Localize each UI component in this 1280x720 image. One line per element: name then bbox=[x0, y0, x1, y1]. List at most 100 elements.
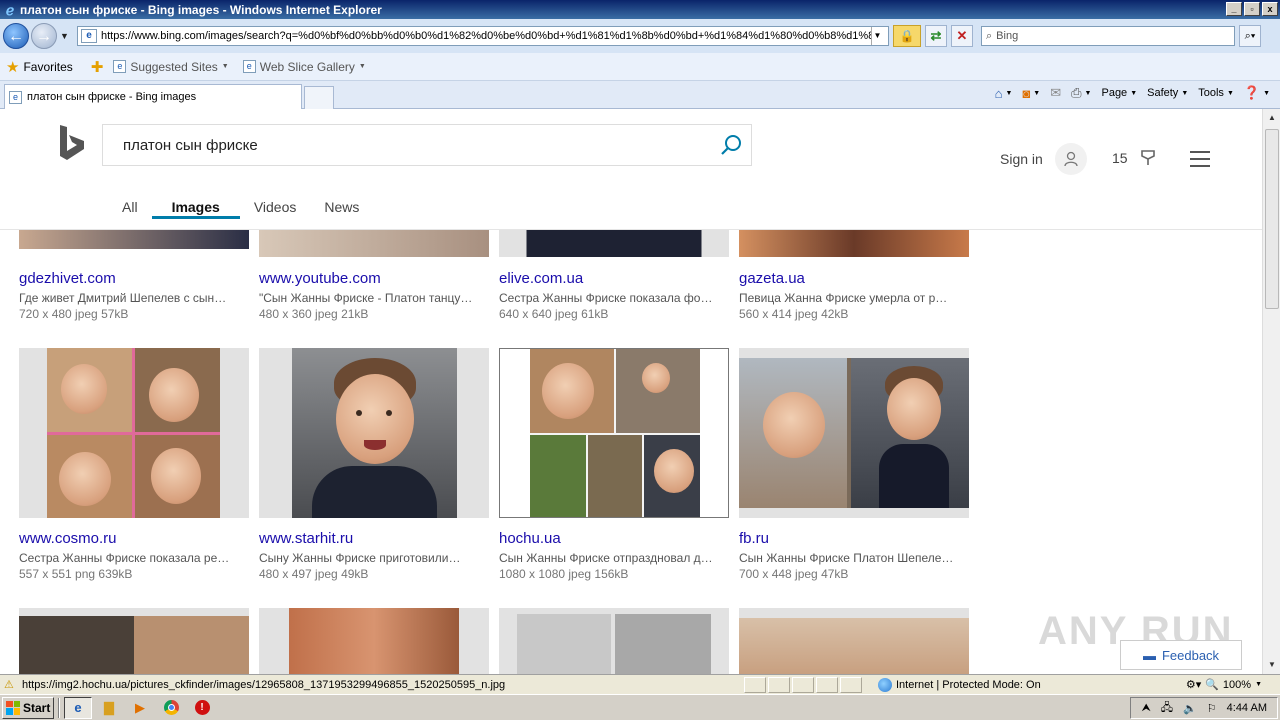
taskbar-media-player-icon[interactable]: ▶ bbox=[126, 697, 154, 719]
vertical-scrollbar[interactable]: ▲ ▼ bbox=[1262, 109, 1280, 674]
taskbar-security-icon[interactable]: ! bbox=[188, 697, 216, 719]
minimize-button[interactable]: _ bbox=[1226, 2, 1242, 16]
image-meta: 557 x 551 png 639kB bbox=[19, 567, 133, 581]
feedback-button[interactable]: ▬ Feedback bbox=[1120, 640, 1242, 670]
image-source-link[interactable]: elive.com.ua bbox=[499, 270, 583, 287]
warning-icon: ⚠ bbox=[4, 679, 14, 691]
image-thumbnail[interactable] bbox=[499, 229, 729, 257]
chevron-down-icon: ▼ bbox=[358, 63, 366, 70]
image-thumbnail[interactable] bbox=[739, 229, 969, 257]
taskbar-ie-icon[interactable]: e bbox=[64, 696, 92, 719]
mail-icon: ✉ bbox=[1050, 85, 1062, 100]
tab-videos[interactable]: Videos bbox=[240, 197, 311, 227]
search-icon bbox=[721, 135, 741, 155]
recent-pages-dropdown[interactable]: ▼ bbox=[60, 31, 69, 41]
tab-bing-images[interactable]: e платон сын фриске - Bing images bbox=[4, 84, 302, 109]
globe-icon bbox=[878, 677, 892, 692]
image-source-link[interactable]: www.cosmo.ru bbox=[19, 530, 117, 547]
image-meta: 700 x 448 jpeg 47kB bbox=[739, 567, 849, 581]
image-source-link[interactable]: gdezhivet.com bbox=[19, 270, 116, 287]
bing-search-input[interactable]: платон сын фриске bbox=[103, 137, 711, 154]
menu-hamburger-icon[interactable] bbox=[1190, 151, 1210, 172]
tab-all[interactable]: All bbox=[108, 197, 152, 227]
safety-menu[interactable]: Safety ▼ bbox=[1147, 87, 1188, 99]
system-tray: ⮝ 🖧 🔈 ⚐ 4:44 AM bbox=[1130, 697, 1278, 719]
scroll-down-icon[interactable]: ▼ bbox=[1265, 658, 1279, 672]
image-meta: 560 x 414 jpeg 42kB bbox=[739, 307, 849, 321]
tab-images[interactable]: Images bbox=[151, 197, 241, 227]
window-title-bar: ℯ платон сын фриске - Bing images - Wind… bbox=[0, 0, 1280, 19]
maximize-button[interactable]: ▫ bbox=[1244, 2, 1260, 16]
web-slice-gallery-link[interactable]: e Web Slice Gallery ▼ bbox=[242, 60, 366, 74]
image-source-link[interactable]: www.starhit.ru bbox=[259, 530, 353, 547]
image-meta: 480 x 497 jpeg 49kB bbox=[259, 567, 369, 581]
lock-icon[interactable]: 🔒 bbox=[893, 25, 921, 47]
volume-icon[interactable]: 🔈 bbox=[1183, 702, 1197, 715]
page-menu[interactable]: Page ▼ bbox=[1101, 87, 1137, 99]
suggested-sites-link[interactable]: e Suggested Sites ▼ bbox=[113, 60, 229, 74]
zoom-control[interactable]: ⚙▾ 🔍 100% ▼ bbox=[1186, 678, 1262, 692]
tools-menu[interactable]: Tools ▼ bbox=[1198, 87, 1234, 99]
image-thumbnail[interactable] bbox=[19, 229, 249, 249]
taskbar-explorer-icon[interactable]: ▇ bbox=[95, 697, 123, 719]
zone-label: Internet | Protected Mode: On bbox=[896, 678, 1041, 691]
image-thumbnail[interactable] bbox=[739, 348, 969, 518]
image-thumbnail[interactable] bbox=[739, 608, 969, 674]
tab-news[interactable]: News bbox=[310, 197, 373, 227]
security-zone[interactable]: Internet | Protected Mode: On bbox=[878, 677, 1041, 692]
page-icon: e bbox=[81, 29, 97, 43]
image-thumbnail[interactable] bbox=[259, 229, 489, 257]
favorites-label: Favorites bbox=[23, 59, 73, 74]
back-button[interactable]: ← bbox=[3, 23, 29, 49]
feeds-button[interactable]: ◙ ▼ bbox=[1022, 86, 1040, 101]
bing-search-button[interactable] bbox=[711, 125, 751, 165]
image-meta: 1080 x 1080 jpeg 156kB bbox=[499, 567, 629, 581]
scrollbar-thumb[interactable] bbox=[1265, 129, 1279, 309]
image-thumbnail[interactable] bbox=[499, 348, 729, 518]
address-dropdown[interactable]: ▼ bbox=[871, 27, 883, 45]
action-center-flag-icon[interactable]: ⚐ bbox=[1207, 702, 1217, 715]
refresh-button[interactable]: ⇄ bbox=[925, 25, 947, 47]
image-meta: 720 x 480 jpeg 57kB bbox=[19, 307, 129, 321]
start-button[interactable]: Start bbox=[2, 696, 54, 719]
sign-in-button[interactable]: Sign in bbox=[1000, 143, 1087, 175]
scroll-up-icon[interactable]: ▲ bbox=[1265, 111, 1279, 125]
forward-button[interactable]: → bbox=[31, 23, 57, 49]
web-slice-icon: e bbox=[242, 60, 256, 73]
image-source-link[interactable]: gazeta.ua bbox=[739, 270, 805, 287]
clock[interactable]: 4:44 AM bbox=[1227, 702, 1267, 714]
image-thumbnail[interactable] bbox=[259, 608, 489, 674]
search-button[interactable]: ⌕▾ bbox=[1239, 25, 1261, 47]
image-thumbnail[interactable] bbox=[259, 348, 489, 518]
image-description: Сын Жанны Фриске Платон Шепеле… bbox=[739, 551, 954, 565]
image-source-link[interactable]: hochu.ua bbox=[499, 530, 561, 547]
home-button[interactable]: ⌂ ▼ bbox=[995, 86, 1013, 101]
mail-button[interactable]: ✉ bbox=[1050, 85, 1061, 101]
add-favorite-button[interactable]: ✚ bbox=[91, 58, 108, 76]
bing-search-box[interactable]: платон сын фриске bbox=[102, 124, 752, 166]
stop-button[interactable]: ✕ bbox=[951, 25, 973, 47]
network-icon[interactable]: 🖧 bbox=[1161, 699, 1173, 718]
image-source-link[interactable]: www.youtube.com bbox=[259, 270, 381, 287]
taskbar-chrome-icon[interactable] bbox=[157, 697, 185, 719]
image-source-link[interactable]: fb.ru bbox=[739, 530, 769, 547]
image-thumbnail[interactable] bbox=[19, 608, 249, 674]
print-button[interactable]: ⎙ ▼ bbox=[1071, 85, 1091, 101]
image-thumbnail[interactable] bbox=[499, 608, 729, 674]
image-thumbnail[interactable] bbox=[19, 348, 249, 518]
rewards-button[interactable]: 15 bbox=[1112, 150, 1156, 166]
bing-header: платон сын фриске Sign in 15 All Images bbox=[0, 109, 1262, 230]
search-input[interactable]: ⌕ Bing bbox=[981, 26, 1235, 46]
help-button[interactable]: ❓ ▼ bbox=[1244, 85, 1270, 101]
new-tab-button[interactable] bbox=[304, 86, 334, 109]
help-icon: ❓ bbox=[1243, 85, 1261, 100]
bing-logo-icon[interactable] bbox=[58, 123, 86, 163]
close-button[interactable]: x bbox=[1262, 2, 1278, 16]
favorites-button[interactable]: ★ Favorites bbox=[6, 58, 73, 76]
chevron-down-icon: ▼ bbox=[1255, 681, 1262, 688]
tray-arrow-icon[interactable]: ⮝ bbox=[1141, 702, 1150, 715]
feedback-icon: ▬ bbox=[1142, 647, 1156, 663]
address-url[interactable]: https://www.bing.com/images/search?q=%d0… bbox=[101, 30, 871, 42]
address-bar[interactable]: e https://www.bing.com/images/search?q=%… bbox=[77, 26, 889, 46]
status-url: https://img2.hochu.ua/pictures_ckfinder/… bbox=[22, 678, 506, 691]
